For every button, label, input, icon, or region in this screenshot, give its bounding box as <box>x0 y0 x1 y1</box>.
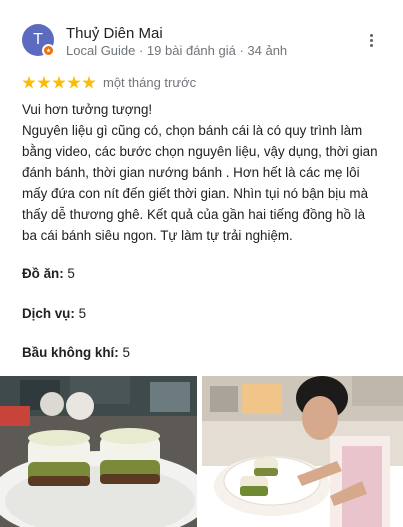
star-icon <box>37 75 51 89</box>
review-card: T Thuỷ Diên Mai Local Guide · 19 bài đán… <box>0 0 403 527</box>
review-photo-cakes[interactable] <box>0 376 197 527</box>
attribute-label: Đồ ăn: <box>22 266 64 281</box>
review-text: Vui hơn tưởng tượng! Nguyên liệu gì cũng… <box>22 99 382 246</box>
local-guide-badge-icon <box>42 44 55 57</box>
review-header: T Thuỷ Diên Mai Local Guide · 19 bài đán… <box>22 24 379 60</box>
author-meta: Local Guide · 19 bài đánh giá · 34 ảnh <box>66 43 288 58</box>
attribute-food: Đồ ăn: 5 <box>22 266 75 281</box>
avatar-letter: T <box>33 31 43 48</box>
star-icon <box>82 75 96 89</box>
star-icon <box>67 75 81 89</box>
star-icon <box>52 75 66 89</box>
more-vert-icon[interactable] <box>363 32 379 52</box>
author-name[interactable]: Thuỷ Diên Mai <box>66 25 163 42</box>
review-photos <box>0 376 403 527</box>
attribute-label: Dịch vụ: <box>22 306 75 321</box>
attribute-service: Dịch vụ: 5 <box>22 306 86 321</box>
attribute-value: 5 <box>78 306 87 321</box>
review-text-body: Nguyên liệu gì cũng có, chọn bánh cái là… <box>22 123 378 243</box>
attribute-value: 5 <box>122 345 130 360</box>
attribute-atmosphere: Bầu không khí: 5 <box>22 345 130 360</box>
review-photo-child[interactable] <box>202 376 403 527</box>
attribute-value: 5 <box>67 266 75 281</box>
review-time: một tháng trước <box>103 75 197 91</box>
star-icon <box>22 75 36 89</box>
rating-row: một tháng trước <box>22 74 196 92</box>
review-text-headline: Vui hơn tưởng tượng! <box>22 102 153 117</box>
attribute-label: Bầu không khí: <box>22 345 119 360</box>
